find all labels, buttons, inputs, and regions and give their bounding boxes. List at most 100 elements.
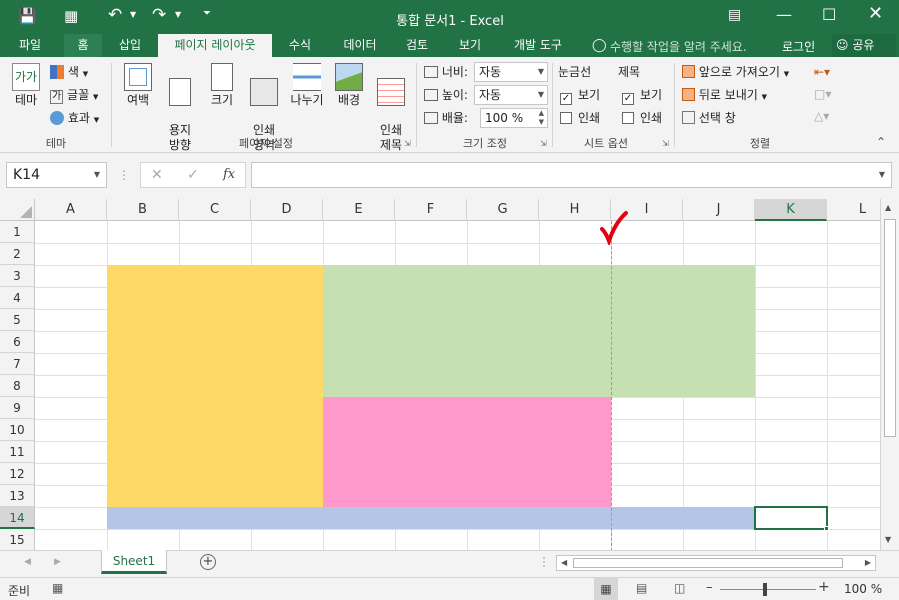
undo-icon[interactable]: ↶ xyxy=(108,5,122,25)
column-header[interactable]: G xyxy=(467,199,539,221)
row-header[interactable]: 13 xyxy=(0,485,35,507)
enter-icon[interactable]: ✓ xyxy=(187,167,199,183)
yellow-fill-range[interactable] xyxy=(107,265,323,507)
send-backward-button[interactable]: 뒤로 보내기 ▼ xyxy=(682,85,767,105)
headings-view-checkbox[interactable]: ✓ 보기 xyxy=(622,85,662,105)
sheet-options-launcher-icon[interactable]: ⇲ xyxy=(662,139,669,148)
row-header[interactable]: 2 xyxy=(0,243,35,265)
scroll-down-icon[interactable]: ▼ xyxy=(885,535,891,544)
scale-launcher-icon[interactable]: ⇲ xyxy=(540,139,547,148)
tell-me-input[interactable]: 수행할 작업을 알려 주세요. xyxy=(610,38,747,55)
align-icon[interactable]: ⇤▾ xyxy=(814,65,830,79)
row-header[interactable]: 3 xyxy=(0,265,35,287)
green-fill-range[interactable] xyxy=(323,265,755,397)
row-header[interactable]: 8 xyxy=(0,375,35,397)
rotate-icon[interactable]: △▾ xyxy=(814,109,829,123)
gridlines-view-checkbox[interactable]: ✓ 보기 xyxy=(560,85,600,105)
scroll-left-icon[interactable]: ◀ xyxy=(561,558,567,567)
save-icon[interactable]: 💾 xyxy=(18,7,37,25)
tab-page-layout[interactable]: 페이지 레이아웃 xyxy=(158,34,272,57)
page-break-preview-icon[interactable]: ◫ xyxy=(674,581,685,595)
undo-dropdown-icon[interactable]: ▼ xyxy=(130,10,136,19)
zoom-slider[interactable] xyxy=(720,589,816,590)
next-sheet-icon[interactable]: ▶ xyxy=(54,557,61,567)
formula-input[interactable]: ▼ xyxy=(251,162,892,188)
bring-forward-button[interactable]: 앞으로 가져오기 ▼ xyxy=(682,62,789,82)
fill-handle[interactable] xyxy=(824,526,829,531)
horizontal-scrollbar[interactable]: ◀ ▶ xyxy=(556,555,876,571)
row-header[interactable]: 10 xyxy=(0,419,35,441)
zoom-slider-thumb[interactable] xyxy=(763,583,767,596)
page-layout-view-icon[interactable]: ▤ xyxy=(636,581,647,595)
row-header[interactable]: 11 xyxy=(0,441,35,463)
zoom-level[interactable]: 100 % xyxy=(844,582,882,596)
collapse-ribbon-icon[interactable]: ⌃ xyxy=(876,135,886,149)
themes-button[interactable]: 가가 테마 xyxy=(8,63,44,108)
scale-spinner[interactable]: 100 % ▲ ▼ xyxy=(480,108,548,128)
row-header[interactable]: 7 xyxy=(0,353,35,375)
normal-view-icon[interactable]: ▦ xyxy=(594,578,618,600)
column-header[interactable]: A xyxy=(35,199,107,221)
cancel-icon[interactable]: ✕ xyxy=(151,167,163,183)
row-header[interactable]: 15 xyxy=(0,529,35,550)
column-header[interactable]: D xyxy=(251,199,323,221)
worksheet-grid[interactable]: A B C D E F G H I J K L 1 2 3 4 5 6 7 8 … xyxy=(0,199,880,550)
row-header[interactable]: 12 xyxy=(0,463,35,485)
redo-icon[interactable]: ↷ xyxy=(152,5,166,25)
sign-in-link[interactable]: 로그인 xyxy=(782,38,815,55)
tab-formulas[interactable]: 수식 xyxy=(280,34,320,57)
width-combo[interactable]: 자동 ▼ xyxy=(474,62,548,82)
minimize-icon[interactable]: — xyxy=(776,5,792,24)
column-header[interactable]: C xyxy=(179,199,251,221)
margins-button[interactable]: 여백 xyxy=(118,63,158,108)
size-button[interactable]: 크기 xyxy=(204,63,240,108)
zoom-in-icon[interactable]: + xyxy=(818,579,830,595)
group-icon[interactable]: □▾ xyxy=(814,87,831,101)
zoom-out-icon[interactable]: – xyxy=(706,580,713,595)
row-header[interactable]: 1 xyxy=(0,221,35,243)
tab-review[interactable]: 검토 xyxy=(396,34,438,57)
close-icon[interactable]: ✕ xyxy=(868,3,883,24)
sheet-tab[interactable]: Sheet1 xyxy=(101,550,167,574)
chevron-down-icon[interactable]: ▼ xyxy=(94,163,100,187)
pink-fill-range[interactable] xyxy=(323,397,611,507)
tab-view[interactable]: 보기 xyxy=(448,34,492,57)
height-combo[interactable]: 자동 ▼ xyxy=(474,85,548,105)
tab-data[interactable]: 데이터 xyxy=(332,34,388,57)
selection-pane-button[interactable]: 선택 창 xyxy=(682,108,736,128)
insert-function-icon[interactable]: fx xyxy=(223,167,235,182)
share-button[interactable]: ☺ 공유 xyxy=(832,34,896,57)
theme-effects-button[interactable]: 효과 ▼ xyxy=(50,108,99,128)
tab-developer[interactable]: 개발 도구 xyxy=(502,34,574,57)
background-button[interactable]: 배경 xyxy=(330,63,368,108)
spinner-icon[interactable]: ▲ ▼ xyxy=(539,109,544,127)
theme-colors-button[interactable]: 색 ▼ xyxy=(50,62,88,82)
tab-file[interactable]: 파일 xyxy=(4,34,56,57)
blue-fill-range[interactable] xyxy=(107,507,755,529)
name-box[interactable]: K14 ▼ xyxy=(6,162,107,188)
selected-cell[interactable] xyxy=(754,506,828,530)
customize-qat-icon[interactable]: ⏷ xyxy=(203,8,211,19)
scroll-thumb[interactable] xyxy=(573,558,843,568)
column-header-selected[interactable]: K xyxy=(755,199,827,221)
scroll-right-icon[interactable]: ▶ xyxy=(865,558,871,567)
column-header[interactable]: J xyxy=(683,199,755,221)
row-header[interactable]: 4 xyxy=(0,287,35,309)
select-all-button[interactable] xyxy=(0,199,35,221)
prev-sheet-icon[interactable]: ◀ xyxy=(24,557,31,567)
form-icon[interactable]: ▦ xyxy=(64,7,78,25)
headings-print-checkbox[interactable]: 인쇄 xyxy=(622,108,662,128)
scroll-up-icon[interactable]: ▲ xyxy=(885,203,891,212)
redo-dropdown-icon[interactable]: ▼ xyxy=(175,10,181,19)
ribbon-display-icon[interactable]: ▤ xyxy=(728,7,741,23)
row-header[interactable]: 6 xyxy=(0,331,35,353)
macro-record-icon[interactable]: ▦ xyxy=(52,581,63,595)
tab-home[interactable]: 홈 xyxy=(64,34,102,57)
column-header[interactable]: B xyxy=(107,199,179,221)
column-header[interactable]: L xyxy=(827,199,880,221)
theme-fonts-button[interactable]: 가 글꼴 ▼ xyxy=(50,85,98,105)
add-sheet-icon[interactable]: + xyxy=(200,554,216,570)
vertical-scrollbar[interactable]: ▲ ▼ xyxy=(880,199,899,550)
column-header[interactable]: E xyxy=(323,199,395,221)
breaks-button[interactable]: 나누기 xyxy=(286,63,328,108)
